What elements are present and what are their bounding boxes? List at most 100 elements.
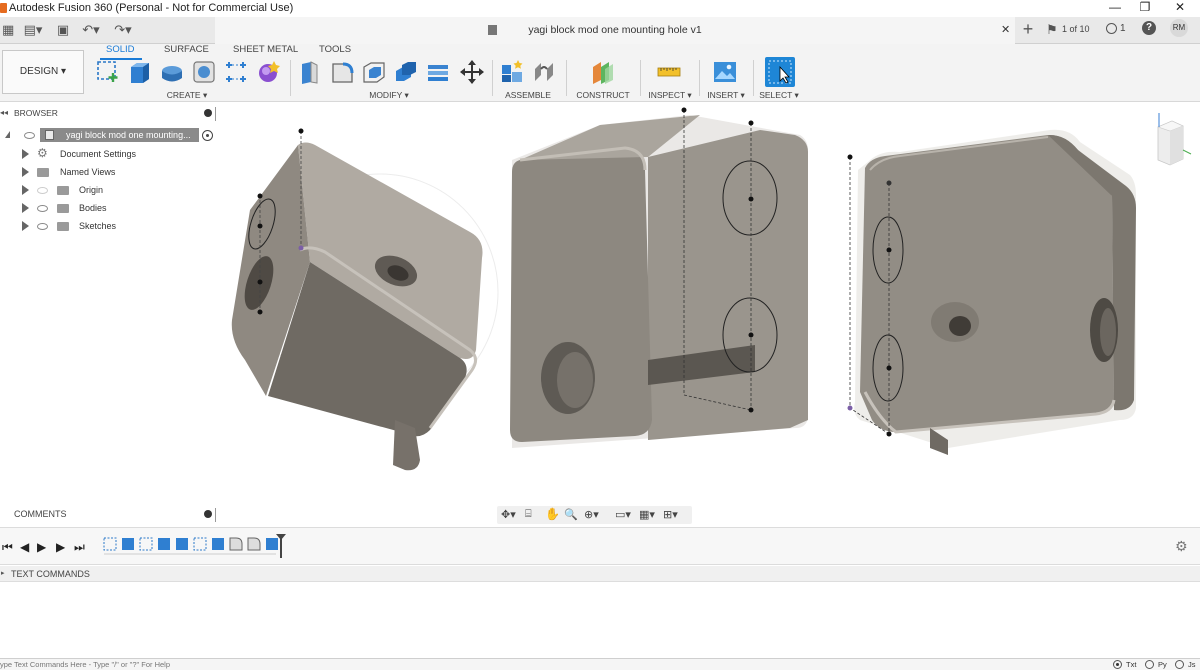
press-pull-icon[interactable] <box>297 59 323 85</box>
pan-hand-icon[interactable]: ✋ <box>545 507 560 521</box>
browser-item-origin[interactable]: Origin <box>0 182 218 198</box>
expand-icon[interactable] <box>22 185 29 195</box>
modify-group-label[interactable]: MODIFY ▾ <box>364 90 414 101</box>
toolbar-separator <box>290 60 291 96</box>
browser-item-sketches[interactable]: Sketches <box>0 218 218 234</box>
expand-icon[interactable] <box>22 203 29 213</box>
insert-group-label[interactable]: INSERT ▾ <box>706 90 746 101</box>
new-component-icon[interactable] <box>499 59 525 85</box>
select-group-label[interactable]: SELECT ▾ <box>758 90 800 101</box>
expand-root-icon[interactable] <box>5 131 10 138</box>
close-tab-icon[interactable]: ✕ <box>1001 23 1010 36</box>
data-panel-grid-icon[interactable]: ▦ <box>2 22 14 38</box>
maximize-button[interactable]: ❐ <box>1127 0 1163 17</box>
move-copy-icon[interactable] <box>459 59 485 85</box>
create-group-label[interactable]: CREATE ▾ <box>162 90 212 101</box>
browser-root-row[interactable]: yagi block mod one mounting... <box>0 127 218 144</box>
look-at-icon[interactable]: ⌸ <box>525 508 532 521</box>
visibility-eye-icon[interactable] <box>37 205 48 212</box>
expand-icon[interactable] <box>22 167 29 177</box>
tab-sheet-metal[interactable]: SHEET METAL <box>233 44 298 55</box>
undo-icon[interactable]: ↶▾ <box>80 22 102 38</box>
tab-surface[interactable]: SURFACE <box>164 44 209 55</box>
new-tab-button[interactable]: + <box>1018 20 1038 38</box>
workspace-switcher[interactable]: DESIGN ▾ <box>2 50 84 94</box>
fillet-icon[interactable] <box>329 59 355 85</box>
timeline-extrude-icon <box>176 538 188 550</box>
timeline-fillet-icon <box>247 537 261 551</box>
viewports-icon[interactable]: ⊞▾ <box>663 508 678 521</box>
panel-divider <box>215 508 216 522</box>
select-icon[interactable] <box>765 57 795 87</box>
txt-radio-selected <box>1116 663 1119 666</box>
display-settings-icon[interactable]: ▭▾ <box>615 508 631 521</box>
expand-text-commands-icon[interactable]: ▸ <box>1 569 5 577</box>
expand-icon[interactable] <box>22 149 29 159</box>
browser-panel-header: ◂◂ BROWSER <box>0 107 218 121</box>
timeline-extrude-icon <box>266 538 278 550</box>
fit-zoom-icon[interactable]: ⊕▾ <box>584 508 599 521</box>
browser-item-bodies[interactable]: Bodies <box>0 200 218 216</box>
toolbar-separator <box>699 60 700 96</box>
js-radio[interactable] <box>1175 660 1184 669</box>
revolve-icon[interactable] <box>159 59 185 85</box>
timeline-first-icon[interactable]: ⏮ <box>2 540 13 555</box>
comments-panel: COMMENTS <box>0 506 218 522</box>
timeline-settings-gear-icon[interactable]: ⚙ <box>1175 538 1188 555</box>
py-radio[interactable] <box>1145 660 1154 669</box>
timeline-last-icon[interactable]: ⏭ <box>74 540 85 555</box>
tab-tools[interactable]: TOOLS <box>319 44 351 55</box>
redo-icon[interactable]: ↷▾ <box>112 22 134 38</box>
offset-plane-icon[interactable] <box>590 59 616 85</box>
close-window-button[interactable]: ✕ <box>1162 0 1198 17</box>
file-menu-icon[interactable]: ▤▾ <box>22 22 44 38</box>
zoom-icon[interactable]: 🔍 <box>564 508 578 521</box>
view-cube[interactable] <box>1157 113 1192 166</box>
comments-title: COMMENTS <box>14 509 67 519</box>
measure-icon[interactable] <box>656 59 682 85</box>
hidden-eye-icon[interactable] <box>37 187 48 194</box>
create-sketch-icon[interactable] <box>95 59 121 85</box>
job-status-icon[interactable]: ⚑ <box>1046 22 1058 38</box>
orbit-icon[interactable]: ✥▾ <box>501 508 516 521</box>
version-counter[interactable]: 1 of 10 <box>1062 24 1090 34</box>
js-mode-label: Js <box>1188 660 1196 669</box>
extrude-icon[interactable] <box>127 59 153 85</box>
browser-item-named-views[interactable]: Named Views <box>0 164 218 180</box>
timeline-next-icon[interactable]: ▶ <box>56 540 65 554</box>
notification-count: 1 <box>1120 23 1126 34</box>
box-icon[interactable] <box>191 59 217 85</box>
visibility-eye-icon[interactable] <box>24 132 35 139</box>
user-avatar[interactable]: RM <box>1170 19 1188 37</box>
toolbar-separator <box>566 60 567 96</box>
timeline-previous-icon[interactable]: ◀ <box>20 540 29 554</box>
joint-icon[interactable] <box>531 59 557 85</box>
text-command-input[interactable]: ype Text Commands Here - Type "/" or "?"… <box>0 660 170 669</box>
visibility-eye-icon[interactable] <box>37 223 48 230</box>
browser-item-document-settings[interactable]: ⚙ Document Settings <box>0 146 218 162</box>
grid-settings-icon[interactable]: ▦▾ <box>639 508 655 521</box>
tab-solid[interactable]: SOLID <box>106 44 135 55</box>
design-canvas[interactable] <box>220 103 1200 527</box>
help-icon[interactable]: ? <box>1142 21 1156 35</box>
combine-icon[interactable] <box>393 59 419 85</box>
model-viewport[interactable] <box>220 103 1200 527</box>
insert-image-icon[interactable] <box>712 59 738 85</box>
toolbar-separator <box>492 60 493 96</box>
inspect-group-label[interactable]: INSPECT ▾ <box>648 90 692 101</box>
timeline-play-icon[interactable]: ▶ <box>37 540 46 554</box>
document-tab[interactable]: yagi block mod one mounting hole v1 ✕ <box>215 17 1015 44</box>
replace-face-icon[interactable] <box>425 59 451 85</box>
form-icon[interactable] <box>255 59 281 85</box>
folder-icon <box>57 186 69 195</box>
pattern-icon[interactable] <box>223 59 249 85</box>
py-mode-label: Py <box>1158 660 1167 669</box>
shell-icon[interactable] <box>361 59 387 85</box>
comments-pin-icon[interactable] <box>204 510 212 518</box>
collapse-browser-icon[interactable]: ◂◂ <box>0 108 8 117</box>
timeline-extrude-icon <box>122 538 134 550</box>
browser-pin-icon[interactable] <box>204 109 212 117</box>
expand-icon[interactable] <box>22 221 29 231</box>
save-icon[interactable]: ▣ <box>56 22 70 38</box>
notification-clock-icon[interactable] <box>1106 23 1117 34</box>
